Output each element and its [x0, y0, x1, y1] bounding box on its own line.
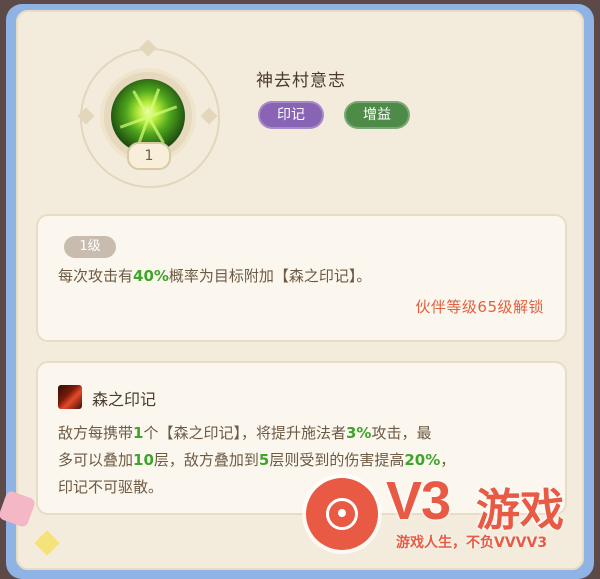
skill-name: 神去村意志 — [256, 71, 346, 91]
skill-level-badge: 1 — [127, 142, 171, 170]
watermark-slogan: 游戏人生，不负VVVV3 — [396, 535, 548, 551]
level-chip: 1级 — [64, 236, 116, 258]
buff-title: 森之印记 — [92, 390, 157, 409]
buff-description: 敌方每携带1个【森之印记】，将提升施法者3%攻击，最 多可以叠加10层，敌方叠加… — [58, 424, 456, 496]
watermark-brand-cn: 游戏 — [476, 485, 564, 536]
watermark-logo-icon — [306, 478, 378, 550]
watermark-brand: V3 — [386, 471, 451, 531]
forest-mark-icon — [58, 385, 82, 409]
level-effect-description: 每次攻击有40%概率为目标附加【森之印记】。 — [58, 267, 372, 285]
tag-mark: 印记 — [258, 101, 324, 129]
unlock-requirement: 伙伴等级65级解锁 — [415, 298, 544, 316]
tag-buff: 增益 — [344, 101, 410, 129]
